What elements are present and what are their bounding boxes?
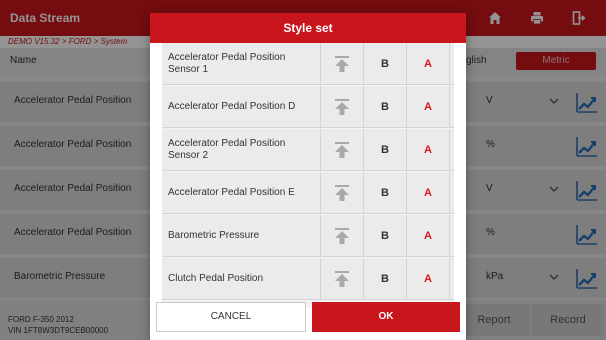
list-item: Accelerator Pedal Position Sensor 2 B A [162,129,454,171]
item-name: Accelerator Pedal Position Sensor 2 [168,138,286,161]
style-set-dialog: Style set Accelerator Pedal Position Sen… [150,13,466,340]
move-to-top-icon [335,271,349,287]
color-toggle[interactable]: A [406,258,450,300]
cancel-button[interactable]: CANCEL [156,302,306,332]
list-item: Barometric Pressure B A [162,215,454,257]
bold-toggle[interactable]: B [363,43,406,85]
move-to-top-icon [335,228,349,244]
style-list[interactable]: Accelerator Pedal Position Sensor 1 B A … [162,43,454,308]
ok-button[interactable]: OK [312,302,460,332]
color-toggle[interactable]: A [406,86,450,128]
move-to-top-button[interactable] [320,129,363,171]
move-to-top-button[interactable] [320,215,363,257]
bold-toggle[interactable]: B [363,86,406,128]
move-to-top-button[interactable] [320,172,363,214]
color-toggle[interactable]: A [406,43,450,85]
move-to-top-icon [335,56,349,72]
item-name: Accelerator Pedal Position E [168,187,295,198]
color-toggle[interactable]: A [406,172,450,214]
move-to-top-icon [335,185,349,201]
color-toggle[interactable]: A [406,215,450,257]
move-to-top-icon [335,142,349,158]
color-toggle[interactable]: A [406,129,450,171]
bold-toggle[interactable]: B [363,258,406,300]
list-item: Clutch Pedal Position B A [162,258,454,300]
item-name: Accelerator Pedal Position D [168,101,296,112]
bold-toggle[interactable]: B [363,172,406,214]
bold-toggle[interactable]: B [363,129,406,171]
item-name: Barometric Pressure [168,230,260,241]
list-item: Accelerator Pedal Position Sensor 1 B A [162,43,454,85]
move-to-top-button[interactable] [320,86,363,128]
item-name: Accelerator Pedal Position Sensor 1 [168,52,286,75]
move-to-top-button[interactable] [320,258,363,300]
item-name: Clutch Pedal Position [168,273,264,284]
move-to-top-button[interactable] [320,43,363,85]
list-item: Accelerator Pedal Position E B A [162,172,454,214]
move-to-top-icon [335,99,349,115]
bold-toggle[interactable]: B [363,215,406,257]
dialog-title: Style set [150,13,466,43]
list-item: Accelerator Pedal Position D B A [162,86,454,128]
